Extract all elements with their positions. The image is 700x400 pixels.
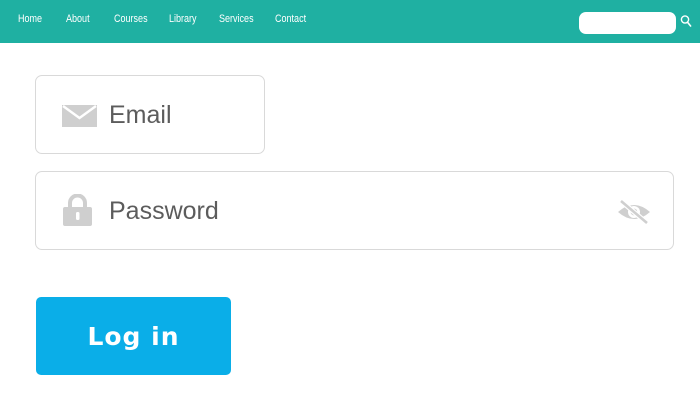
nav-item-services[interactable]: Services bbox=[219, 12, 254, 26]
lock-icon bbox=[63, 194, 92, 226]
nav-item-home[interactable]: Home bbox=[18, 12, 42, 26]
login-button[interactable]: Log in bbox=[36, 297, 231, 375]
email-field[interactable] bbox=[35, 75, 265, 154]
search-input[interactable] bbox=[579, 12, 676, 34]
nav-item-courses[interactable]: Courses bbox=[114, 12, 148, 26]
password-field[interactable] bbox=[35, 171, 674, 250]
nav-item-library[interactable]: Library bbox=[169, 12, 197, 26]
password-input[interactable] bbox=[109, 195, 589, 227]
email-input[interactable] bbox=[109, 99, 259, 131]
search-icon[interactable] bbox=[680, 14, 692, 28]
top-navbar: Home About Courses Library Services Cont… bbox=[0, 0, 700, 43]
nav-item-about[interactable]: About bbox=[66, 12, 90, 26]
envelope-icon bbox=[62, 105, 97, 127]
nav-item-contact[interactable]: Contact bbox=[275, 12, 306, 26]
eye-slash-icon[interactable] bbox=[616, 198, 652, 226]
